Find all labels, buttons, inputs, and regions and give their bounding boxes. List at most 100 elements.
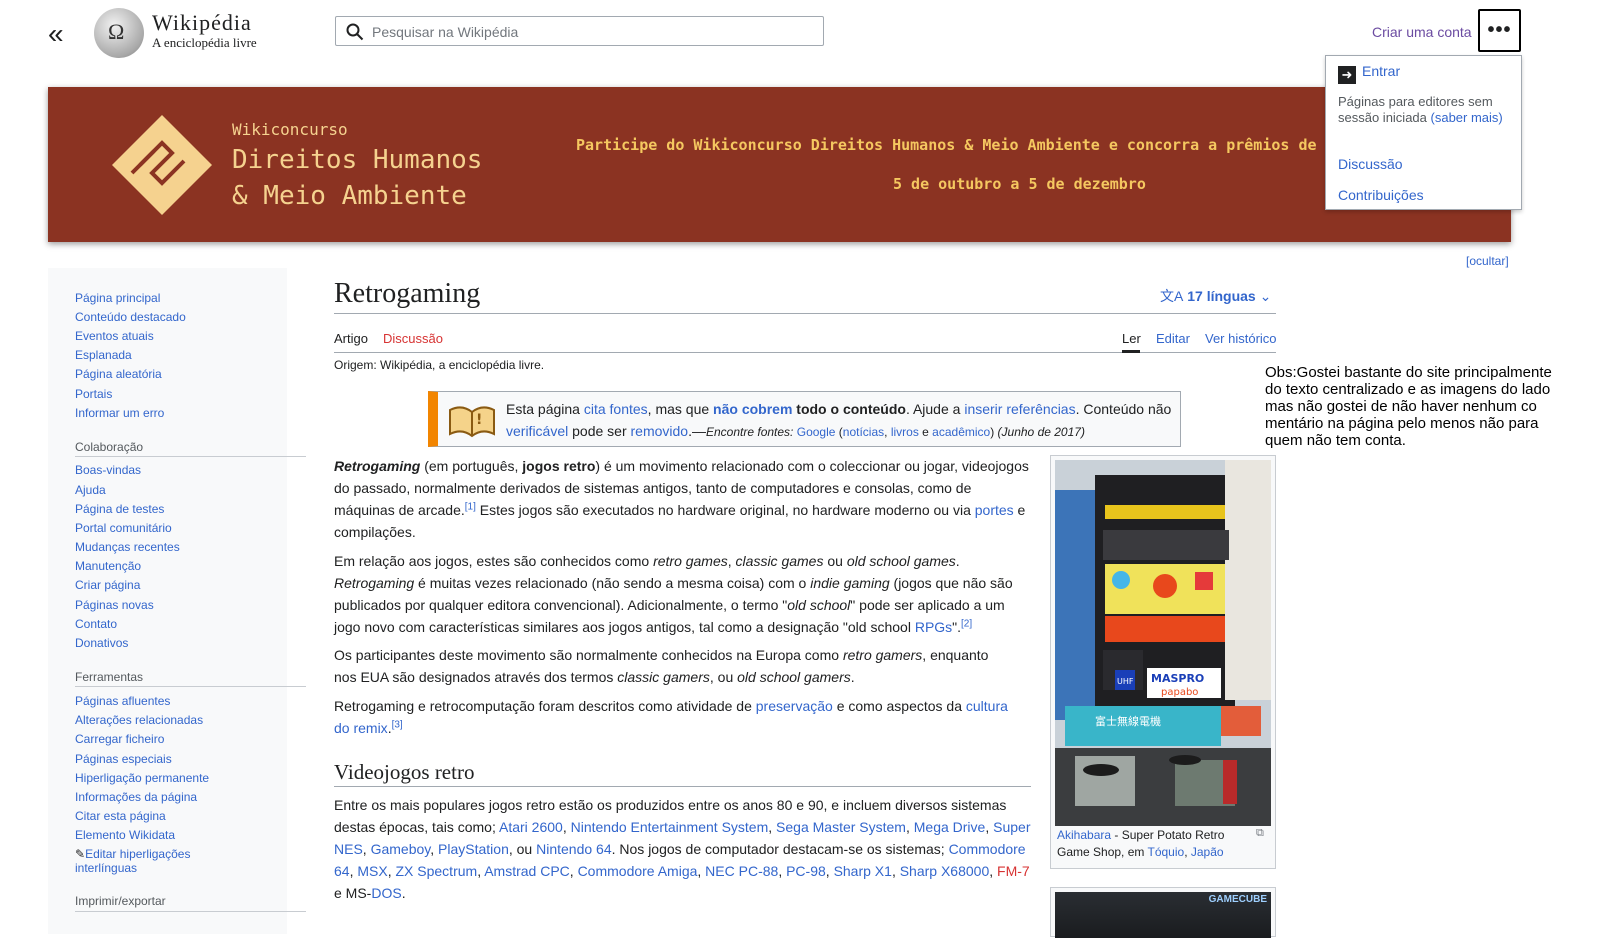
sidebar-item-main-page[interactable]: Página principal [75,291,160,305]
sidebar-item-portals[interactable]: Portais [75,387,112,401]
sidebar-item-welcome[interactable]: Boas-vindas [75,463,141,477]
nes-link[interactable]: Nintendo Entertainment System [571,819,769,835]
zx-spectrum-link[interactable]: ZX Spectrum [395,863,477,879]
japan-link[interactable]: Japão [1191,845,1224,859]
learn-more-link[interactable]: (saber mais) [1431,110,1503,125]
akihabara-link[interactable]: Akihabara [1057,828,1111,842]
sidebar-item-village-pump[interactable]: Esplanada [75,348,132,362]
x68000-link[interactable]: Sharp X68000 [900,863,990,879]
sidebar-item-featured[interactable]: Conteúdo destacado [75,310,186,324]
sidebar-item-recent-changes[interactable]: Mudanças recentes [75,540,180,554]
ports-link[interactable]: portes [975,502,1014,518]
language-button[interactable]: 文A 17 línguas ⌄ [1160,286,1271,306]
sidebar-item-maintenance[interactable]: Manutenção [75,559,141,573]
search-input[interactable] [370,20,814,44]
reference-2[interactable]: [2] [961,618,972,629]
text: e [918,425,933,439]
sidebar-item-current-events[interactable]: Eventos atuais [75,329,154,343]
sidebar-item-contact[interactable]: Contato [75,617,117,631]
notice-line-2: verificável pode ser removido.—Encontre … [506,423,1085,439]
sidebar-item-page-info[interactable]: Informações da página [75,790,197,804]
text: . Ajude a [905,401,965,417]
my-talk-link[interactable]: Discussão [1338,156,1403,172]
gameboy-link[interactable]: Gameboy [371,841,431,857]
mega-drive-link[interactable]: Mega Drive [914,819,986,835]
sidebar-item-new-pages[interactable]: Páginas novas [75,598,154,612]
pc-98-link[interactable]: PC-98 [786,863,826,879]
campaign-banner[interactable]: Wikiconcurso Direitos Humanos & Meio Amb… [48,87,1511,242]
login-link[interactable]: ➜ Entrar [1338,63,1400,84]
my-contributions-link[interactable]: Contribuições [1338,187,1424,203]
amiga-link[interactable]: Commodore Amiga [578,863,698,879]
academic-link[interactable]: acadêmico [932,425,990,439]
n64-link[interactable]: Nintendo 64 [536,841,612,857]
uhf-sign: UHF [1117,677,1134,686]
sidebar-item-upload[interactable]: Carregar ficheiro [75,732,164,746]
banner-title-line2: & Meio Ambiente [232,181,467,211]
sidebar-item-edit-interlanguage[interactable]: ✎Editar hiperligações interlínguas [75,847,190,875]
tab-history[interactable]: Ver histórico [1205,331,1277,346]
text: . Nos jogos de computador destacam-se os… [611,841,949,857]
sidebar-item-related-changes[interactable]: Alterações relacionadas [75,713,203,727]
text: Retrogaming e retrocomputação foram desc… [334,698,756,714]
sidebar-item-donate[interactable]: Donativos [75,636,128,650]
not-cover-link[interactable]: não cobrem [713,401,792,417]
books-link[interactable]: livros [891,425,919,439]
tab-article[interactable]: Artigo [334,331,368,346]
rpgs-link[interactable]: RPGs [915,619,952,635]
preservation-link[interactable]: preservação [756,698,833,714]
maintenance-notice: ! Esta página cita fontes, mas que não c… [428,391,1181,447]
sidebar-item-random[interactable]: Página aleatória [75,367,162,381]
collapse-sidebar-icon[interactable]: « [48,18,63,50]
removed-link[interactable]: removido [631,423,689,439]
sidebar-item-permalink[interactable]: Hiperligação permanente [75,771,209,785]
search-box[interactable] [335,16,824,46]
dos-link[interactable]: DOS [371,885,401,901]
cite-sources-link[interactable]: cita fontes [584,401,648,417]
sidebar-item-community-portal[interactable]: Portal comunitário [75,521,172,535]
sidebar-item-help[interactable]: Ajuda [75,483,106,497]
tab-edit[interactable]: Editar [1156,331,1190,346]
sidebar-item-report-error[interactable]: Informar um erro [75,406,164,420]
store-photo[interactable]: MASPRO papabo UHF 富士無線電機 [1055,460,1271,826]
enlarge-icon[interactable]: ⧉ [1256,827,1264,840]
text: , [1184,845,1191,859]
amstrad-cpc-link[interactable]: Amstrad CPC [484,863,570,879]
wikipedia-logo[interactable]: Ω [94,8,144,58]
sidebar-item-what-links-here[interactable]: Páginas afluentes [75,694,170,708]
tab-talk[interactable]: Discussão [383,331,443,346]
sharp-x1-link[interactable]: Sharp X1 [834,863,892,879]
reference-1[interactable]: [1] [465,501,476,512]
sidebar-item-create-page[interactable]: Criar página [75,578,140,592]
create-account-link[interactable]: Criar uma conta [1372,24,1472,40]
user-menu-button[interactable]: ••• [1478,9,1521,52]
playstation-link[interactable]: PlayStation [438,841,509,857]
text: Retrogaming [334,458,421,474]
sidebar-item-cite[interactable]: Citar esta página [75,809,166,823]
google-link[interactable]: Google [797,425,836,439]
caption-line-1: Akihabara - Super Potato Retro [1057,828,1224,842]
news-link[interactable]: notícias [843,425,884,439]
reference-3[interactable]: [3] [392,719,403,730]
tokyo-link[interactable]: Tóquio [1148,845,1185,859]
verifiable-link[interactable]: verificável [506,423,568,439]
msx-link[interactable]: MSX [357,863,387,879]
sidebar-item-special-pages[interactable]: Páginas especiais [75,752,172,766]
text: . [955,553,960,569]
text: old school [787,597,851,613]
sidebar-item-sandbox[interactable]: Página de testes [75,502,164,516]
text: .— [688,423,706,439]
text: retro games [653,553,728,569]
pc-88-link[interactable]: NEC PC-88 [705,863,778,879]
master-system-link[interactable]: Sega Master System [776,819,906,835]
building-illustration: MASPRO papabo UHF 富士無線電機 [1055,460,1271,826]
atari-2600-link[interactable]: Atari 2600 [499,819,563,835]
fm-7-redlink[interactable]: FM-7 [997,863,1030,879]
hide-banner-link[interactable]: [ocultar] [1466,254,1509,268]
tab-read[interactable]: Ler [1122,331,1141,346]
gamecube-photo[interactable]: GAMECUBE [1055,892,1271,938]
insert-refs-link[interactable]: inserir referências [964,401,1075,417]
text: ( [835,425,843,439]
wordmark[interactable]: Wikipédia [152,10,252,36]
sidebar-item-wikidata[interactable]: Elemento Wikidata [75,828,175,842]
